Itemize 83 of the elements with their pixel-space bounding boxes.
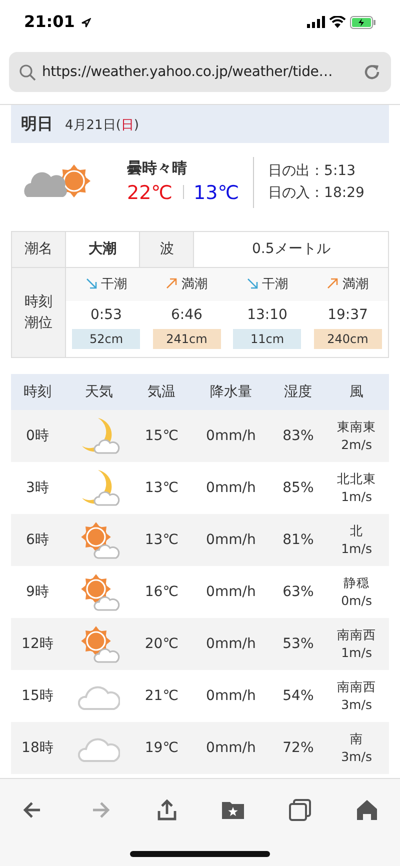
tabs-icon[interactable] — [286, 797, 313, 823]
time-cell: 15時 — [22, 688, 54, 704]
precipitation-cell: 0mm/h — [206, 584, 256, 600]
wifi-icon — [329, 16, 346, 28]
precipitation-cell: 0mm/h — [206, 480, 256, 496]
humidity-cell: 63% — [282, 584, 314, 600]
battery-icon — [350, 16, 376, 28]
wind-direction: 南南西 — [336, 678, 378, 696]
url-text: https://weather.yahoo.co.jp/weather/tide… — [42, 62, 334, 82]
wind-speed: 3m/s — [340, 748, 373, 766]
signal-icon — [307, 16, 325, 28]
tide-time: 13:10 — [247, 306, 288, 325]
tide-time: 6:46 — [171, 306, 202, 325]
wave-label: 波 — [160, 241, 174, 257]
wind-speed: 2m/s — [340, 436, 373, 454]
time-cell: 9時 — [26, 584, 49, 600]
tide-type-label: 満潮 — [342, 277, 368, 292]
temperature-cell: 13℃ — [144, 532, 178, 548]
wind-speed: 1m/s — [340, 488, 373, 506]
wind-speed: 0m/s — [340, 592, 373, 610]
precipitation-cell: 0mm/h — [206, 688, 256, 704]
condition-text: 曇時々晴 — [127, 158, 188, 178]
time-cell: 18時 — [22, 740, 54, 756]
humidity-cell: 53% — [282, 636, 314, 652]
address-bar[interactable]: https://weather.yahoo.co.jp/weather/tide… — [9, 52, 391, 92]
time-cell: 12時 — [22, 636, 54, 652]
column-header: 湿度 — [284, 384, 312, 400]
column-header: 気温 — [148, 384, 176, 400]
wind-direction: 南 — [349, 730, 364, 748]
temperature-cell: 19℃ — [144, 740, 178, 756]
humidity-cell: 72% — [282, 740, 314, 756]
search-icon — [19, 64, 36, 80]
wave-value: 0.5メートル — [252, 241, 330, 257]
tide-name-label: 潮名 — [24, 241, 52, 257]
time-cell: 6時 — [26, 532, 49, 548]
time-cell: 0時 — [26, 428, 49, 444]
wind-speed: 3m/s — [340, 696, 373, 714]
wind-direction: 北北東 — [336, 470, 378, 488]
wind-direction: 東南東 — [336, 418, 378, 436]
humidity-cell: 83% — [282, 428, 314, 444]
column-header: 降水量 — [210, 384, 252, 400]
precipitation-cell: 0mm/h — [206, 740, 256, 756]
location-arrow-icon — [80, 18, 91, 28]
tide-level-tag: 11cm — [233, 329, 302, 349]
tide-level-tag: 240cm — [314, 329, 382, 349]
wind-speed: 1m/s — [340, 540, 373, 558]
temperature-cell: 16℃ — [144, 584, 178, 600]
sunset-text: 日の入：18:29 — [268, 184, 364, 203]
tide-type-label: 満潮 — [181, 277, 208, 292]
wind-direction: 静穏 — [342, 574, 371, 592]
wind-speed: 1m/s — [340, 644, 373, 662]
day-label: 明日 — [21, 113, 53, 135]
humidity-cell: 85% — [282, 480, 314, 496]
reload-icon[interactable] — [363, 63, 381, 81]
temperature-cell: 15℃ — [144, 428, 178, 444]
time-cell: 3時 — [26, 480, 49, 496]
column-header: 時刻 — [23, 384, 52, 400]
tide-level-tag: 52cm — [72, 329, 140, 349]
precipitation-cell: 0mm/h — [206, 532, 256, 548]
wind-direction: 南南西 — [336, 626, 378, 644]
humidity-cell: 54% — [282, 688, 314, 704]
temperature-cell: 20℃ — [144, 636, 178, 652]
temperature-cell: 13℃ — [144, 480, 178, 496]
clock-time: 21:01 — [24, 12, 75, 31]
tide-name-value: 大潮 — [88, 241, 117, 257]
date-text: 4月21日(日) — [65, 117, 139, 135]
tide-time: 0:53 — [90, 306, 122, 325]
tide-level-tag: 241cm — [152, 329, 221, 349]
humidity-cell: 81% — [282, 532, 314, 548]
tide-type-label: 干潮 — [262, 277, 288, 292]
low-temperature: 13℃ — [194, 182, 240, 204]
temperature-cell: 21℃ — [144, 688, 178, 704]
column-header: 天気 — [84, 384, 113, 400]
tide-time: 19:37 — [328, 306, 368, 325]
row-label: 時刻 — [24, 292, 54, 312]
wind-direction: 北 — [349, 522, 364, 540]
precipitation-cell: 0mm/h — [206, 636, 256, 652]
sunrise-text: 日の出：5:13 — [268, 162, 356, 181]
row-label: 潮位 — [24, 314, 54, 332]
high-temperature: 22℃ — [127, 182, 173, 204]
precipitation-cell: 0mm/h — [206, 428, 256, 444]
tide-type-label: 干潮 — [100, 277, 127, 292]
column-header: 風 — [350, 384, 364, 400]
